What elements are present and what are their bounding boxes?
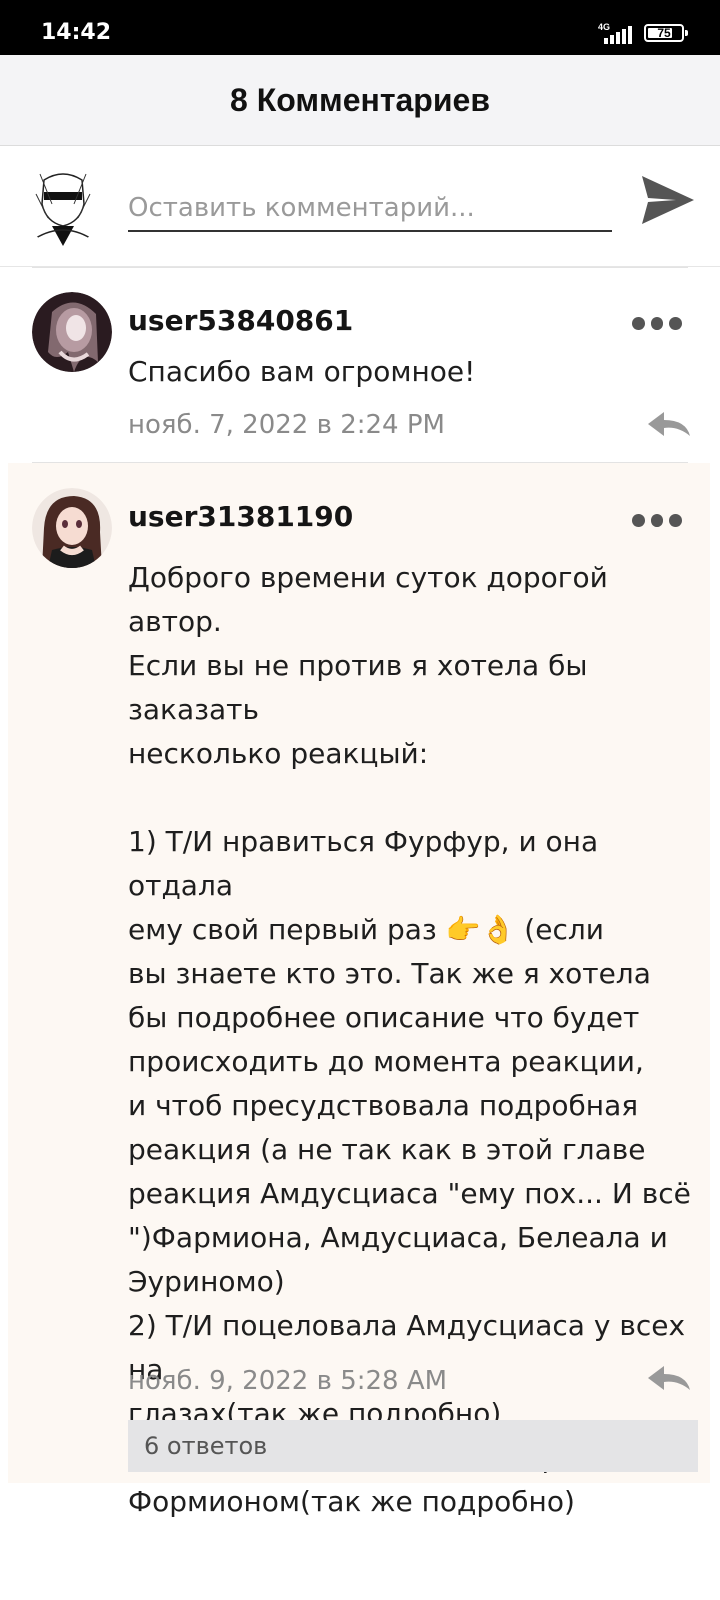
reply-icon[interactable] (646, 1362, 692, 1394)
battery-level: 75 (657, 26, 671, 40)
avatar[interactable] (22, 164, 104, 246)
send-icon[interactable] (640, 172, 696, 228)
more-icon[interactable] (632, 510, 683, 530)
more-icon[interactable] (632, 313, 683, 333)
avatar[interactable] (32, 488, 112, 568)
status-time: 14:42 (41, 20, 112, 45)
timestamp: нояб. 9, 2022 в 5:28 AM (128, 1366, 448, 1396)
comment-item: user53840861 Спасибо вам огромное! нояб.… (0, 268, 720, 462)
comments-header: 8 Комментариев (0, 55, 720, 146)
battery-icon: 75 (644, 24, 688, 42)
comment-input[interactable] (128, 186, 612, 232)
signal-icon: 4G (594, 20, 636, 46)
timestamp: нояб. 7, 2022 в 2:24 PM (128, 410, 445, 440)
network-type: 4G (598, 22, 611, 32)
replies-button[interactable]: 6 ответов (128, 1420, 698, 1472)
username[interactable]: user31381190 (128, 500, 353, 533)
status-bar: 14:42 4G 75 (0, 0, 720, 55)
comment-text: Спасибо вам огромное! (128, 355, 476, 388)
page-title: 8 Комментариев (230, 81, 490, 118)
reply-icon[interactable] (646, 408, 692, 440)
status-icons: 4G 75 (594, 20, 688, 46)
comment-composer (0, 146, 720, 267)
avatar[interactable] (32, 292, 112, 372)
username[interactable]: user53840861 (128, 304, 353, 337)
